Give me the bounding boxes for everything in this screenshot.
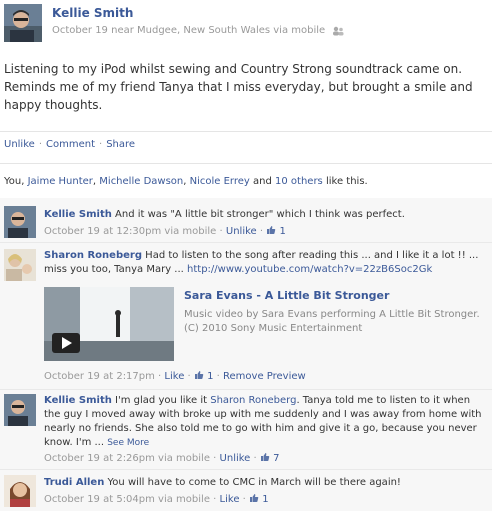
comment-meta: October 19 at 12:30pm via mobile · Unlik…: [44, 225, 286, 237]
thumbs-up-icon[interactable]: [194, 370, 204, 380]
likes-prefix: You,: [4, 176, 25, 187]
comment-text: And it was "A little bit stronger" which…: [115, 209, 405, 220]
liker-link[interactable]: Jaime Hunter: [28, 176, 93, 187]
avatar[interactable]: [4, 475, 36, 507]
comment-author-link[interactable]: Kellie Smith: [44, 395, 112, 406]
like-link[interactable]: Like: [164, 371, 184, 382]
like-link[interactable]: Like: [220, 494, 240, 505]
comment: Kellie Smith And it was "A little bit st…: [0, 198, 492, 242]
facebook-post: Kellie Smith October 19 near Mudgee, New…: [0, 0, 492, 511]
comment-text: I'm glad you like it: [115, 395, 208, 406]
youtube-link[interactable]: http://www.youtube.com/watch?v=22zB6Soc2…: [187, 264, 432, 275]
separator: ·: [99, 139, 103, 150]
avatar[interactable]: [4, 206, 36, 238]
avatar[interactable]: [4, 249, 36, 281]
post-actions: Unlike · Comment · Share: [4, 139, 135, 150]
comment-time: October 19 at 12:30pm via mobile: [44, 226, 217, 237]
comment: Trudi Allen You will have to come to CMC…: [0, 470, 492, 511]
unlike-link[interactable]: Unlike: [4, 139, 35, 150]
see-more-link[interactable]: See More: [107, 438, 149, 448]
likes-summary: You, Jaime Hunter, Michelle Dawson, Nico…: [4, 176, 368, 187]
comment-body: Trudi Allen You will have to come to CMC…: [44, 476, 488, 490]
post-meta: October 19 near Mudgee, New South Wales …: [52, 25, 345, 36]
comment-like-count[interactable]: 1: [262, 494, 268, 505]
post-meta-text: October 19 near Mudgee, New South Wales …: [52, 25, 326, 36]
divider: [0, 163, 492, 164]
share-link[interactable]: Share: [106, 139, 135, 150]
divider: [0, 131, 492, 132]
status-text: Listening to my iPod whilst sewing and C…: [4, 62, 473, 112]
comment-author-link[interactable]: Sharon Roneberg: [44, 250, 142, 261]
likes-suffix: like this.: [325, 176, 368, 187]
comment-body: Kellie Smith I'm glad you like it Sharon…: [44, 394, 488, 450]
remove-preview-link[interactable]: Remove Preview: [223, 371, 306, 382]
comment-author-link[interactable]: Kellie Smith: [44, 209, 112, 220]
comment-text: You will have to come to CMC in March wi…: [107, 477, 401, 488]
comment-meta: October 19 at 5:04pm via mobile · Like ·…: [44, 493, 269, 505]
video-preview: Sara Evans - A Little Bit Stronger Music…: [44, 287, 488, 365]
thumbs-up-icon[interactable]: [266, 225, 276, 235]
comment-meta: October 19 at 2:17pm · Like · 1 · Remove…: [44, 370, 306, 382]
thumbs-up-icon[interactable]: [249, 493, 259, 503]
avatar[interactable]: [4, 394, 36, 426]
comment-like-count[interactable]: 1: [207, 371, 213, 382]
video-title-link[interactable]: Sara Evans - A Little Bit Stronger: [184, 289, 389, 302]
comment-meta: October 19 at 2:26pm via mobile · Unlike…: [44, 452, 280, 464]
thumbs-up-icon[interactable]: [260, 452, 270, 462]
unlike-link[interactable]: Unlike: [220, 453, 251, 464]
people-icon[interactable]: [331, 26, 345, 36]
video-thumbnail[interactable]: [44, 287, 174, 361]
comment-author-link[interactable]: Trudi Allen: [44, 477, 104, 488]
comment-body: Sharon Roneberg Had to listen to the son…: [44, 249, 488, 277]
mention-link[interactable]: Sharon Roneberg: [210, 395, 296, 406]
unlike-link[interactable]: Unlike: [226, 226, 257, 237]
others-link[interactable]: 10 others: [275, 176, 323, 187]
video-description: Music video by Sara Evans performing A L…: [184, 309, 480, 334]
comment-body: Kellie Smith And it was "A little bit st…: [44, 208, 488, 222]
comment-like-count[interactable]: 1: [279, 226, 285, 237]
likes-and: and: [253, 176, 272, 187]
avatar[interactable]: [4, 4, 42, 42]
comment-time: October 19 at 5:04pm via mobile: [44, 494, 210, 505]
comment: Kellie Smith I'm glad you like it Sharon…: [0, 390, 492, 466]
separator: ·: [38, 139, 42, 150]
comment-link[interactable]: Comment: [46, 139, 95, 150]
liker-link[interactable]: Michelle Dawson: [99, 176, 183, 187]
post-author-link[interactable]: Kellie Smith: [52, 6, 133, 20]
comment-time: October 19 at 2:26pm via mobile: [44, 453, 210, 464]
comment-time: October 19 at 2:17pm: [44, 371, 155, 382]
comment-meta-row: October 19 at 2:17pm · Like · 1 · Remove…: [0, 370, 492, 386]
liker-link[interactable]: Nicole Errey: [190, 176, 250, 187]
comment-like-count[interactable]: 7: [273, 453, 279, 464]
